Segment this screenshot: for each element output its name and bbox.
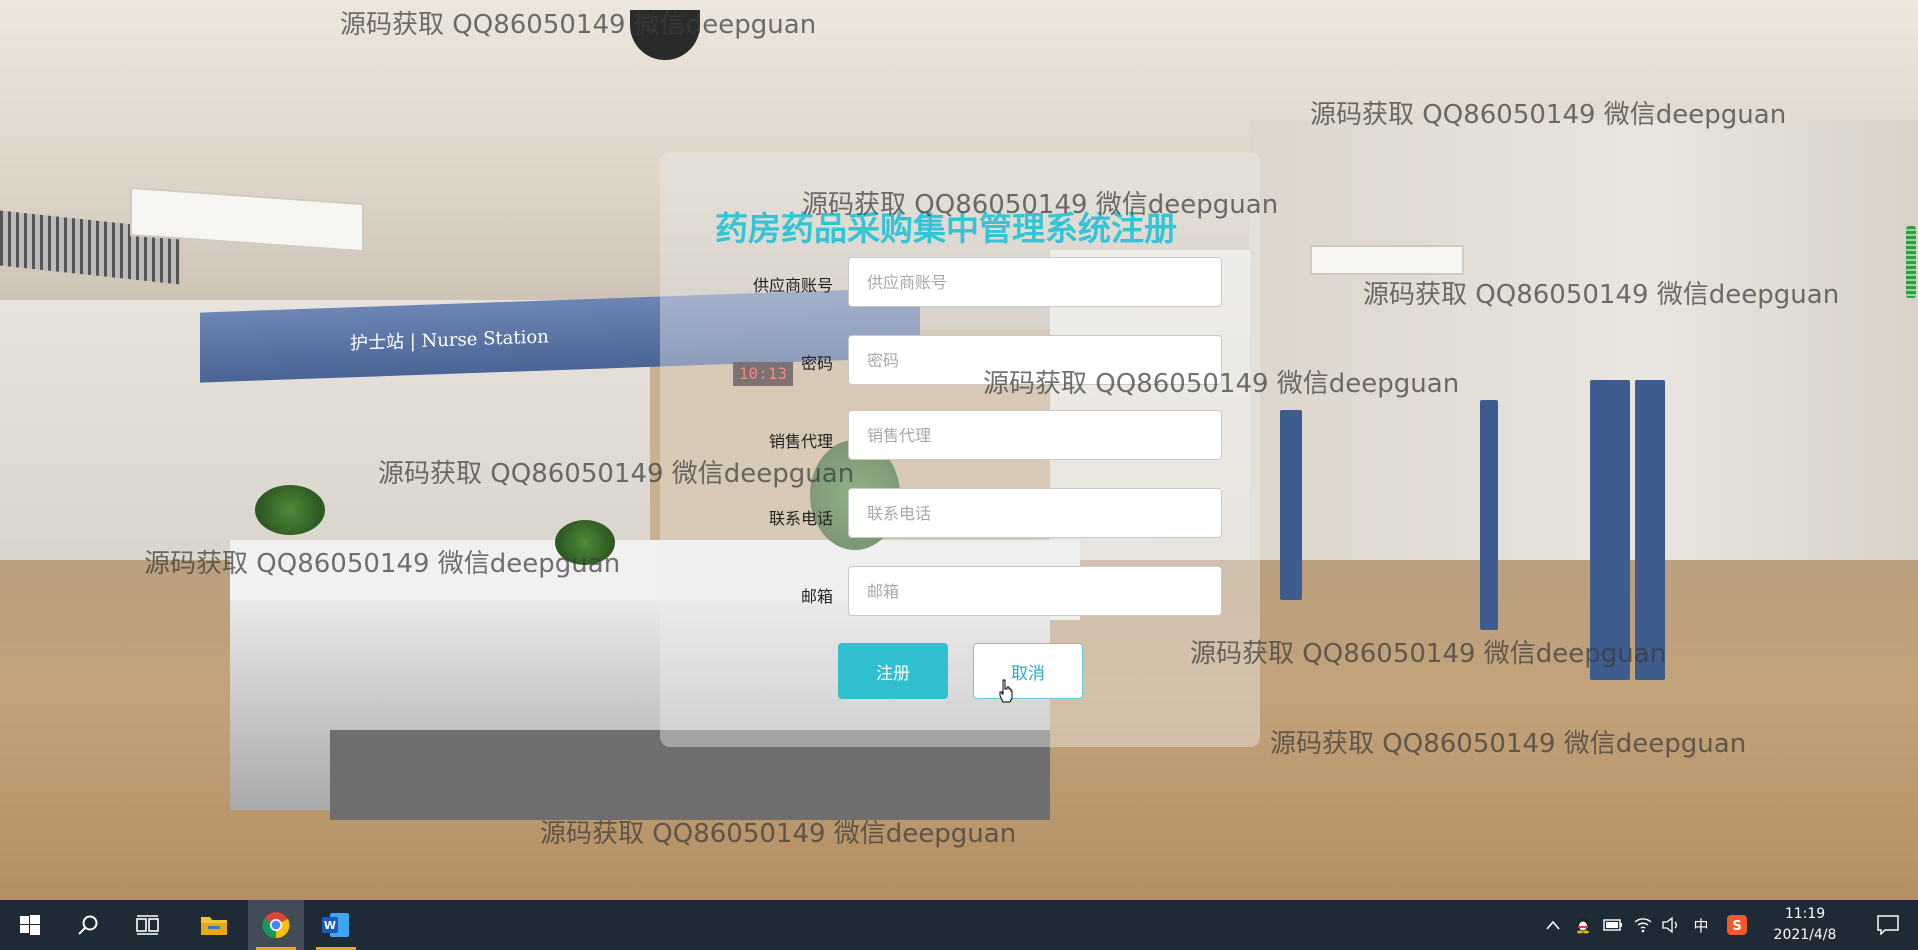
corridor-door: [1590, 380, 1630, 680]
cancel-button[interactable]: 取消: [973, 643, 1083, 699]
clock-date: 2021/4/8: [1773, 927, 1837, 943]
svg-text:W: W: [324, 919, 336, 932]
show-hidden-icons-button[interactable]: [1540, 900, 1566, 950]
network-button[interactable]: [1630, 900, 1656, 950]
phone-input[interactable]: [848, 488, 1222, 538]
start-button[interactable]: [2, 900, 58, 950]
screen: 护士站 | Nurse Station 10:13 药房药品采购集中管理系统注册…: [0, 0, 1918, 950]
supplier-account-input[interactable]: [848, 257, 1222, 307]
clock-time: 11:19: [1784, 906, 1826, 922]
scrollbar-indicator[interactable]: [1906, 226, 1916, 298]
task-view-button[interactable]: [120, 900, 176, 950]
chevron-up-icon: [1546, 920, 1560, 930]
plant: [255, 485, 325, 535]
word-button[interactable]: W: [308, 900, 364, 950]
system-clock[interactable]: 11:19 2021/4/8: [1762, 900, 1848, 950]
plant: [555, 520, 615, 565]
qq-tray-button[interactable]: [1570, 900, 1596, 950]
email-label: 邮箱: [800, 587, 833, 606]
wifi-icon: [1634, 918, 1652, 933]
form-title: 药房药品采购集中管理系统注册: [715, 209, 1177, 248]
svg-text:S: S: [1732, 919, 1741, 934]
qq-penguin-icon: [1577, 917, 1589, 934]
ceiling-light: [1310, 245, 1464, 275]
nurse-station-sign-text: 护士站 | Nurse Station: [350, 326, 549, 355]
notifications-button[interactable]: [1868, 900, 1908, 950]
phone-label: 联系电话: [768, 509, 833, 528]
action-center-icon: [1877, 915, 1899, 935]
corridor-door: [1280, 410, 1302, 600]
speaker-icon: [1662, 917, 1677, 933]
file-explorer-icon: [201, 917, 227, 935]
file-explorer-button[interactable]: [186, 900, 242, 950]
ime-label: 中: [1693, 916, 1709, 935]
hand-cursor-icon: [999, 679, 1013, 703]
start-icon: [20, 915, 40, 935]
chrome-button[interactable]: [248, 900, 304, 950]
search-button[interactable]: [60, 900, 116, 950]
sales-agent-input[interactable]: [848, 410, 1222, 460]
battery-button[interactable]: [1600, 900, 1626, 950]
chrome-icon: [262, 912, 290, 939]
word-icon: W: [322, 913, 349, 937]
password-label: 密码: [800, 354, 833, 373]
sogou-ime-button[interactable]: S: [1724, 900, 1750, 950]
email-input[interactable]: [848, 566, 1222, 616]
sales-agent-label: 销售代理: [768, 432, 833, 451]
search-icon: [78, 915, 98, 935]
corridor-door: [1480, 400, 1498, 630]
volume-button[interactable]: [1658, 900, 1684, 950]
corridor-door: [1635, 380, 1665, 680]
register-button[interactable]: 注册: [838, 643, 948, 699]
password-input[interactable]: [848, 335, 1222, 385]
sogou-icon: S: [1727, 915, 1747, 935]
taskbar: W 中 S 11:19 2021/4/8: [0, 900, 1918, 950]
battery-icon: [1603, 919, 1622, 931]
supplier-account-label: 供应商账号: [752, 276, 833, 295]
task-view-icon: [136, 915, 159, 935]
ime-button[interactable]: 中: [1688, 900, 1714, 950]
